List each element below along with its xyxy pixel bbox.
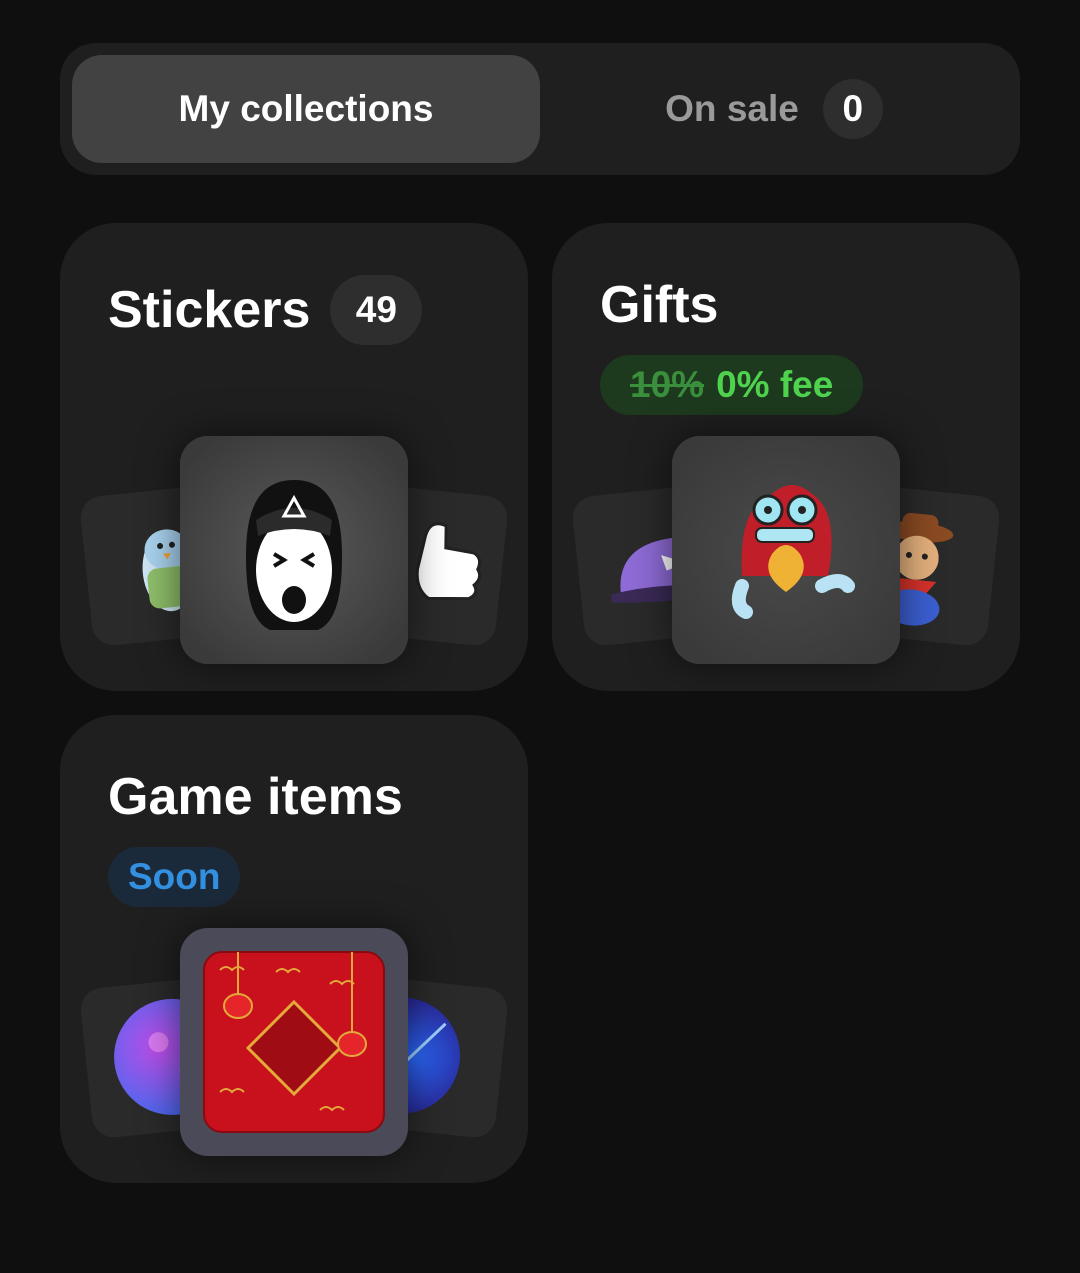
soon-badge: Soon [108,847,241,907]
gifts-card[interactable]: Gifts 10% 0% fee [552,223,1020,691]
on-sale-count-badge: 0 [822,79,883,139]
gift-preview-main [672,436,900,664]
stickers-count-badge: 49 [330,275,423,345]
collection-tabs: My collections On sale 0 [60,43,1020,175]
lantern-card-icon [203,951,385,1133]
stickers-card[interactable]: Stickers 49 [60,223,528,691]
game-items-card[interactable]: Game items Soon [60,715,528,1183]
game-items-title: Game items [108,768,403,826]
old-fee: 10% [630,364,705,405]
tab-on-sale[interactable]: On sale 0 [540,55,1008,163]
stickers-title: Stickers [108,281,311,339]
tab-my-collections-label: My collections [178,88,434,129]
gifts-title: Gifts [600,276,719,334]
sticker-preview-main [180,436,408,664]
fee-badge: 10% 0% fee [600,355,864,415]
hooded-face-icon [180,436,408,664]
tab-my-collections[interactable]: My collections [72,55,540,163]
game-preview-main [180,928,408,1156]
tab-on-sale-label: On sale [665,88,799,129]
new-fee: 0% fee [716,364,834,405]
frog-heart-icon [672,436,900,664]
